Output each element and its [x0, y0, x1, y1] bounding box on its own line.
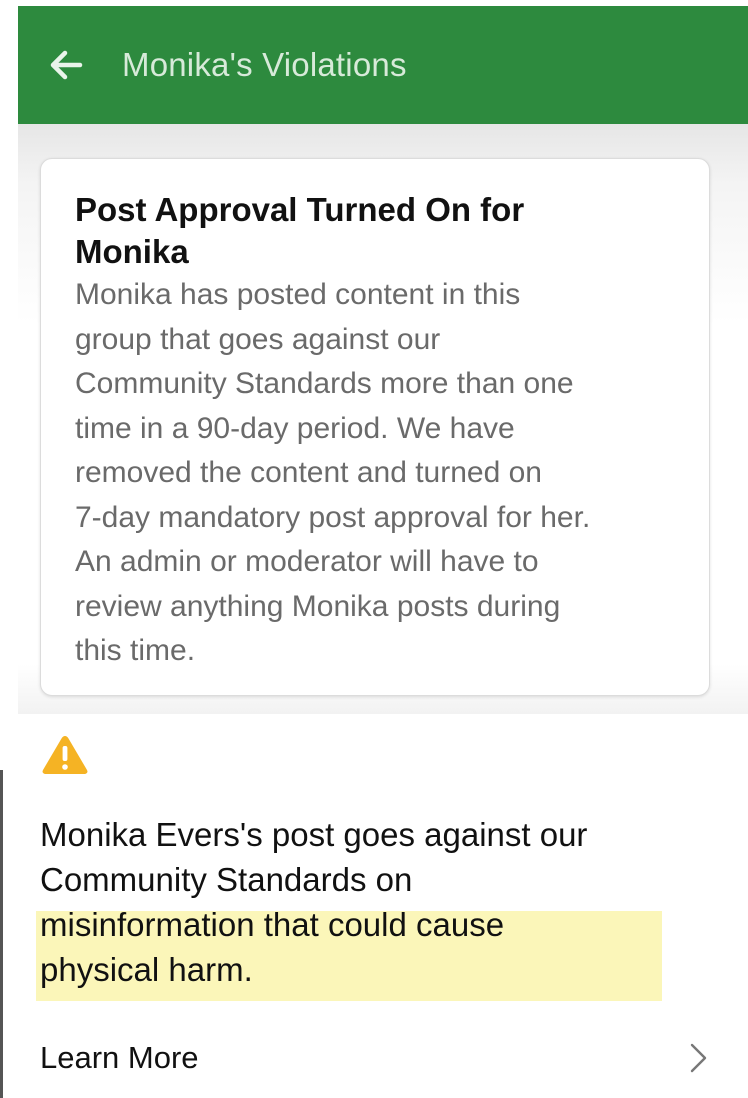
notice-body-line: this time. [75, 634, 196, 667]
post-approval-notice-card: Post Approval Turned On for Monika Monik… [40, 158, 710, 696]
page-title: Monika's Violations [122, 46, 407, 83]
notice-body-line: removed the content and turned on [75, 456, 542, 489]
notice-title-line: Post Approval Turned On for [75, 191, 525, 228]
notice-body-line: An admin or moderator will have to [75, 545, 539, 578]
notice-body-line: time in a 90-day period. We have [75, 411, 515, 445]
learn-more-link[interactable]: Learn More [40, 1030, 720, 1086]
violation-category-line: misinformation that could cause [40, 906, 505, 943]
notice-body-line: Community Standards more than one [75, 367, 574, 400]
edge-divider [0, 770, 3, 1098]
violations-screen: Monika's Violations Post Approval Turned… [0, 0, 748, 1098]
notice-body-line: review anything Monika posts during [75, 589, 561, 623]
violation-category-line: physical harm. [40, 951, 253, 988]
notice-body-line: group that goes against our [75, 322, 441, 356]
back-button[interactable] [46, 45, 86, 85]
violation-line: Monika Evers's post goes against our [40, 816, 588, 853]
app-bar: Monika's Violations [18, 6, 748, 124]
warning-triangle-icon [42, 736, 88, 774]
violation-message: Monika Evers's post goes against our Com… [40, 812, 720, 992]
notice-body-line: 7-day mandatory post approval for her. [75, 500, 591, 534]
chevron-right-icon [690, 1043, 707, 1073]
notice-body-line: Monika has posted content in this [75, 278, 521, 311]
learn-more-label: Learn More [40, 1040, 199, 1075]
notice-title-line: Monika [75, 233, 189, 270]
notice-body: Monika has posted content in this group … [75, 273, 675, 674]
notice-title: Post Approval Turned On for Monika [75, 189, 675, 273]
arrow-left-icon [50, 50, 83, 80]
violation-line: Community Standards on [40, 861, 413, 898]
